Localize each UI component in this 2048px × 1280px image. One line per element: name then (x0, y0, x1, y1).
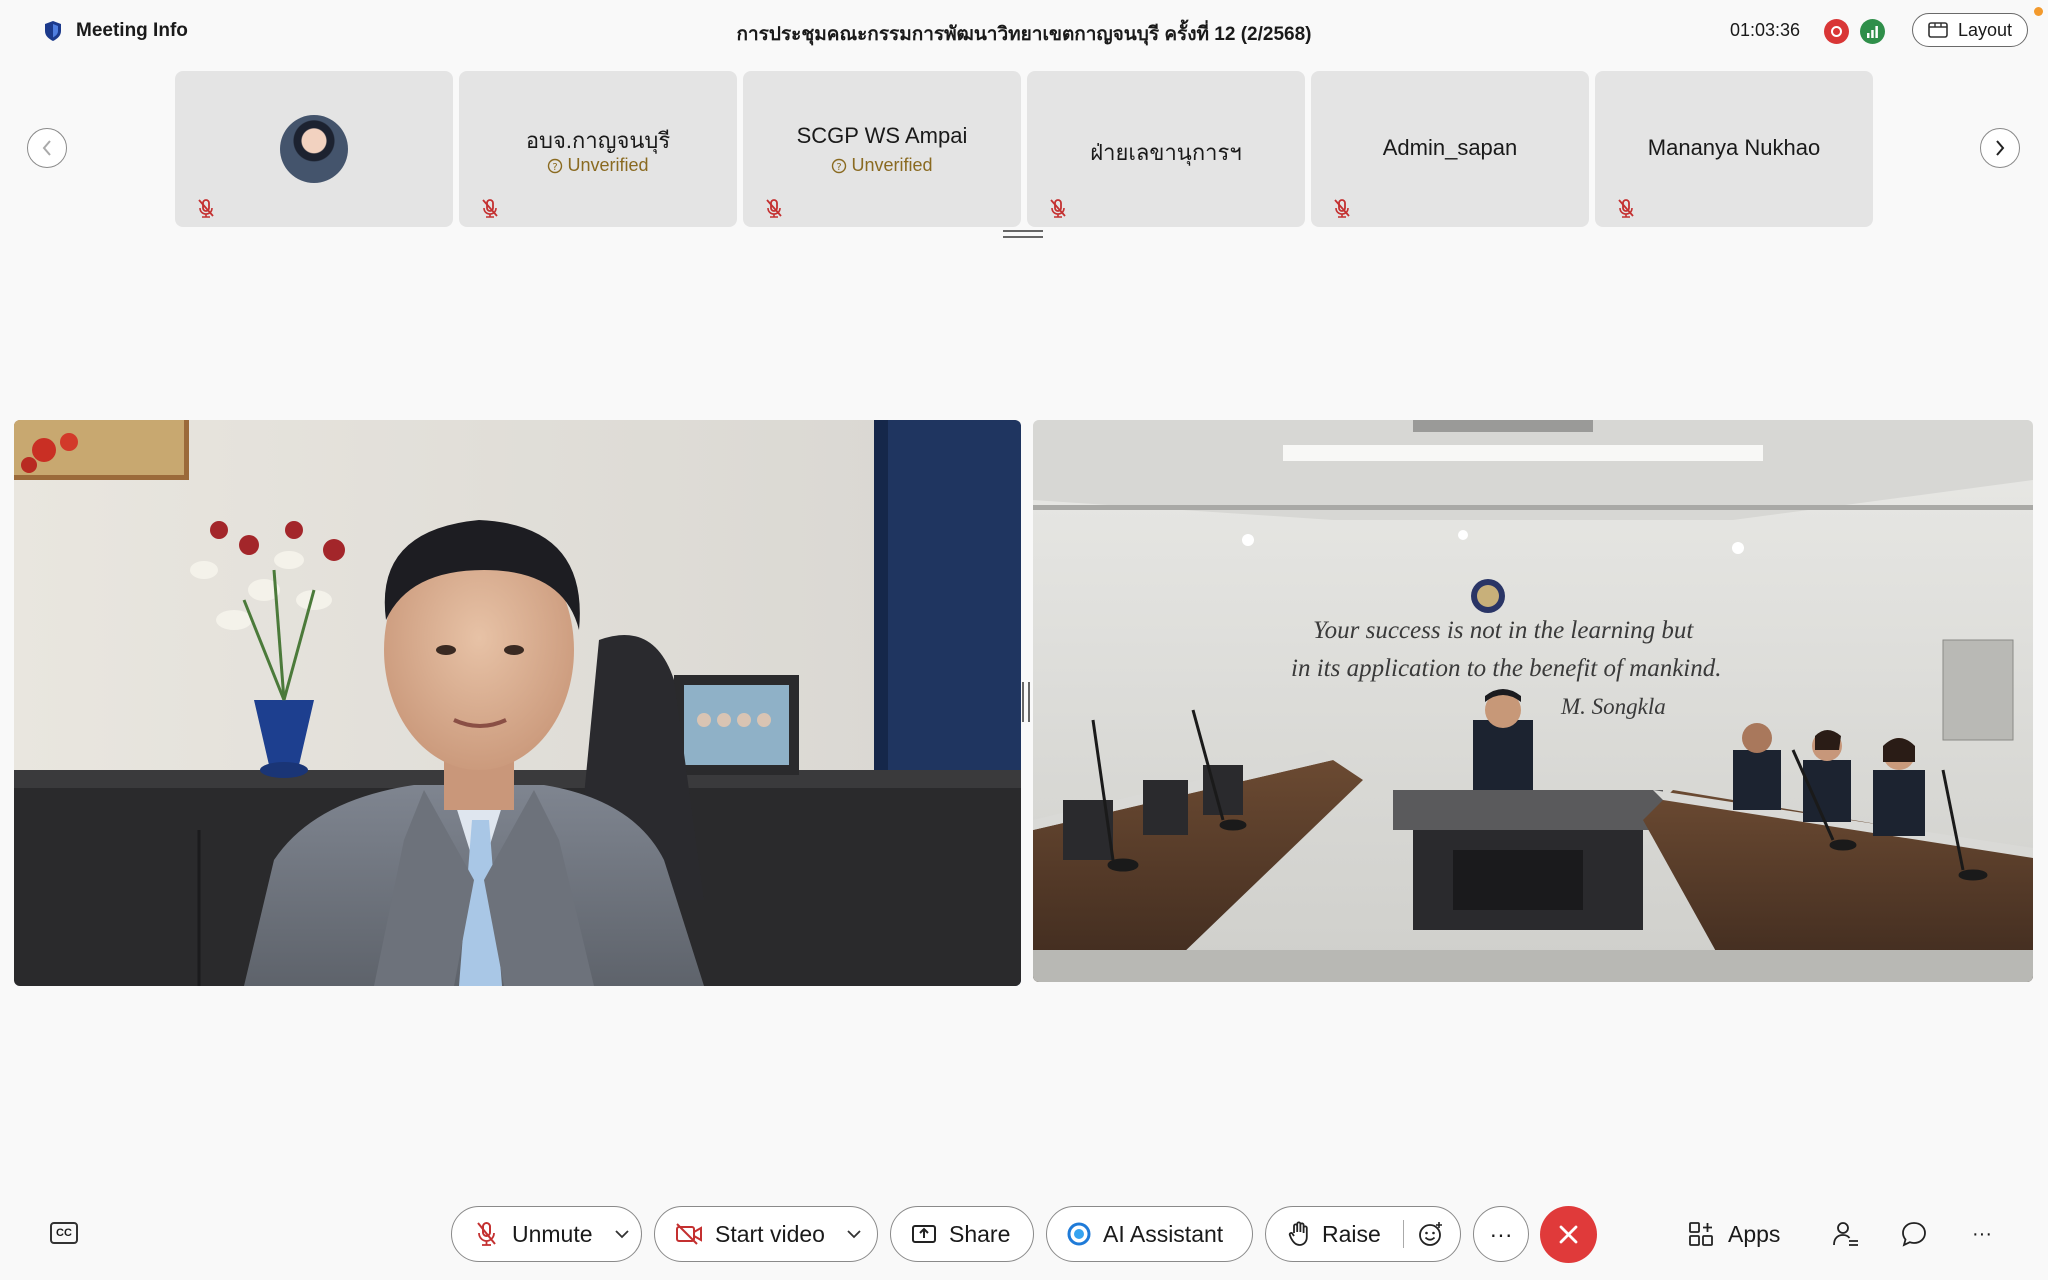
chevron-right-icon (1996, 140, 2005, 156)
participant-name: อบจ.กาญจนบุรี (525, 128, 671, 153)
layout-label: Layout (1957, 19, 2013, 40)
reactions-icon[interactable] (1418, 1221, 1444, 1247)
raise-hand-icon (1288, 1221, 1308, 1246)
participant-tile[interactable]: อบจ.กาญจนบุรี ? Unverified (459, 71, 737, 227)
participant-tile[interactable]: Mananya Nukhao (1595, 71, 1873, 227)
participant-name: Admin_sapan (1382, 135, 1518, 160)
conference-room-video: Your success is not in the learning but … (1033, 420, 2033, 982)
muted-mic-icon (198, 199, 214, 218)
participant-name: Mananya Nukhao (1647, 135, 1821, 160)
participant-tile[interactable]: SCGP WS Ampai ? Unverified (743, 71, 1021, 227)
apps-label: Apps (1728, 1220, 1781, 1247)
muted-mic-icon (477, 1222, 496, 1246)
meeting-info-label: Meeting Info (76, 20, 188, 41)
svg-text:?: ? (837, 162, 842, 173)
network-quality-icon[interactable] (1860, 19, 1885, 44)
ai-assistant-label: AI Assistant (1103, 1220, 1224, 1247)
participants-icon (1833, 1222, 1858, 1246)
share-label: Share (949, 1220, 1011, 1247)
muted-mic-icon (1050, 199, 1066, 218)
ai-assistant-icon (1067, 1222, 1091, 1246)
shield-icon (45, 21, 61, 41)
overflow-icon: ··· (1972, 1222, 1992, 1245)
participant-tile[interactable]: ฝ่ายเลขานุการฯ (1027, 71, 1305, 227)
meeting-timer: 01:03:36 (1730, 20, 1801, 40)
apps-icon (1689, 1222, 1713, 1246)
video-off-icon (676, 1223, 702, 1245)
raise-hand-button[interactable]: Raise (1265, 1206, 1461, 1262)
more-options-icon: ··· (1489, 1220, 1513, 1247)
more-options-button[interactable]: ··· (1473, 1206, 1529, 1262)
ai-assistant-button[interactable]: AI Assistant (1046, 1206, 1253, 1262)
apps-button[interactable]: Apps (1688, 1212, 1780, 1256)
overflow-menu-button[interactable]: ··· (1972, 1212, 1992, 1256)
wall-quote-line1: Your success is not in the learning but (1313, 617, 1694, 644)
chevron-left-icon (42, 140, 51, 156)
muted-mic-icon (1334, 199, 1350, 218)
info-icon: ? (832, 158, 847, 173)
muted-mic-icon (482, 199, 498, 218)
unmute-button[interactable]: Unmute (451, 1206, 642, 1262)
avatar (280, 115, 348, 183)
wall-quote-signature: M. Songkla (1560, 694, 1666, 719)
layout-icon (1928, 22, 1948, 38)
raise-label: Raise (1322, 1220, 1381, 1247)
notification-dot (2034, 7, 2043, 16)
recording-indicator-icon[interactable] (1824, 19, 1849, 44)
participants-button[interactable] (1832, 1212, 1860, 1256)
start-video-label: Start video (715, 1220, 825, 1247)
layout-button[interactable]: Layout (1912, 13, 2028, 47)
participant-name: ฝ่ายเลขานุการฯ (1090, 140, 1242, 165)
share-button[interactable]: Share (890, 1206, 1034, 1262)
thumbnails-prev-button[interactable] (27, 128, 67, 168)
close-icon (1559, 1225, 1578, 1244)
participant-name: SCGP WS Ampai (796, 123, 968, 148)
chevron-down-icon[interactable] (847, 1229, 861, 1239)
info-icon: ? (548, 158, 563, 173)
chat-icon (1902, 1222, 1926, 1247)
start-video-button[interactable]: Start video (654, 1206, 878, 1262)
strip-resize-handle[interactable] (1003, 230, 1043, 238)
participant-tile[interactable]: Admin_sapan (1311, 71, 1589, 227)
speaker-video (14, 420, 1021, 986)
divider (1402, 1220, 1405, 1248)
top-bar: Meeting Info การประชุมคณะกรรมการพัฒนาวิท… (0, 0, 2048, 62)
thumbnails-next-button[interactable] (1980, 128, 2020, 168)
participant-tile[interactable] (175, 71, 453, 227)
chevron-down-icon[interactable] (614, 1229, 629, 1239)
wall-quote-line2: in its application to the benefit of man… (1291, 655, 1722, 682)
verification-status: ? Unverified (743, 155, 1021, 176)
chat-button[interactable] (1900, 1212, 1928, 1256)
muted-mic-icon (766, 199, 782, 218)
muted-mic-icon (1618, 199, 1634, 218)
video-tile-speaker[interactable] (14, 420, 1021, 986)
video-split-handle[interactable] (1022, 682, 1030, 722)
share-screen-icon (912, 1225, 936, 1243)
svg-text:?: ? (553, 162, 558, 173)
verification-status: ? Unverified (459, 155, 737, 176)
leave-meeting-button[interactable] (1540, 1206, 1597, 1263)
closed-captions-button[interactable]: CC (50, 1222, 78, 1244)
video-tile-conference-room[interactable]: Your success is not in the learning but … (1033, 420, 2033, 982)
meeting-info-button[interactable]: Meeting Info (44, 18, 188, 44)
unmute-label: Unmute (512, 1220, 593, 1247)
